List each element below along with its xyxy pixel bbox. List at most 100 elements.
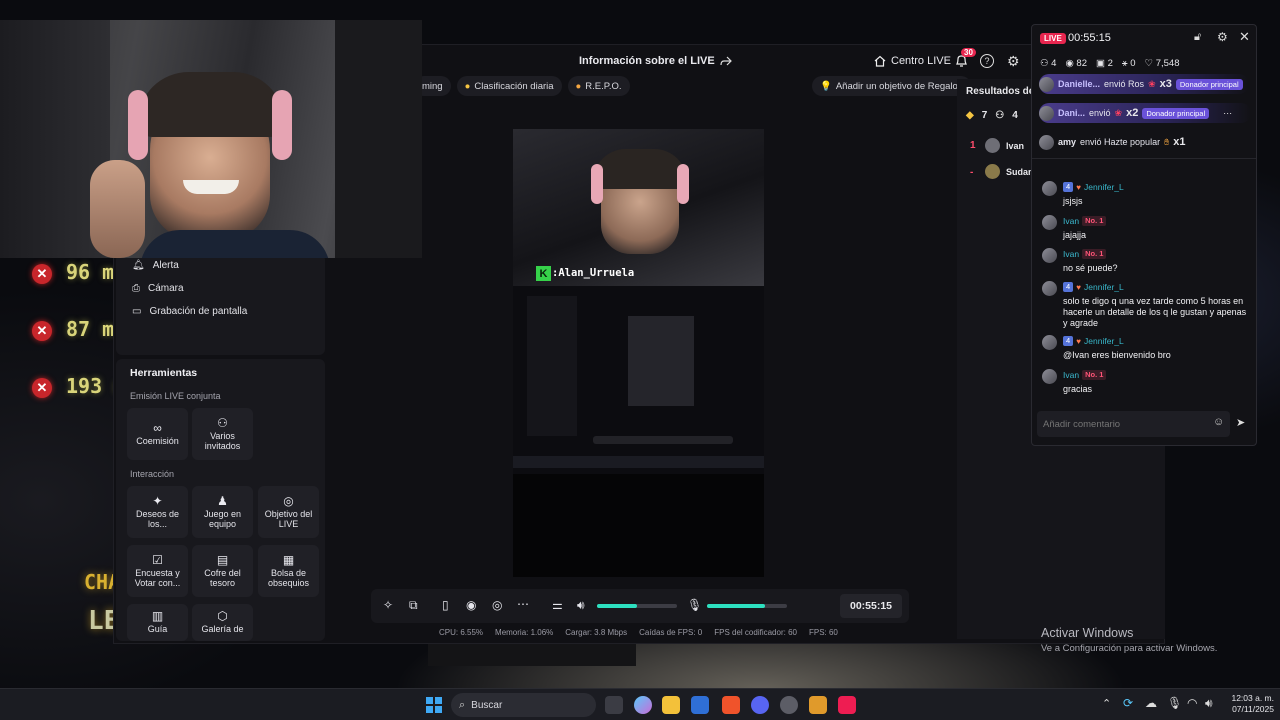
comment-input[interactable] — [1043, 415, 1203, 433]
headphones — [272, 90, 292, 160]
game-icon: ● — [575, 80, 582, 92]
game-app-icon[interactable] — [809, 696, 827, 714]
chest-icon: ▤ — [216, 552, 229, 567]
store-icon[interactable] — [691, 696, 709, 714]
mixer-icon[interactable]: ⚌ — [552, 598, 563, 612]
phone-icon[interactable]: ▯ — [442, 598, 449, 612]
gift-count: x1 — [1173, 136, 1186, 148]
help-icon[interactable]: ? — [980, 54, 994, 68]
centro-live-label: Centro LIVE — [891, 55, 951, 67]
chip-daily-ranking[interactable]: ● Clasificación diaria — [456, 76, 562, 96]
microphone-icon[interactable]: 🎙︎ — [1167, 696, 1182, 710]
notifications-button[interactable]: 30 — [955, 48, 976, 71]
webcam-overlay — [0, 20, 422, 258]
record-icon[interactable]: ◉ — [466, 598, 476, 612]
interaction-title: Interacción — [130, 469, 175, 479]
gift-row[interactable]: Danielle... envió Ros ❀ x3 Donador princ… — [1039, 74, 1249, 94]
gift-row[interactable]: amy envió Hazte popular ✋︎ x1 — [1039, 132, 1185, 152]
chat-message[interactable]: 4 ♥ Jennifer_L solo te digo q una vez ta… — [1042, 281, 1254, 329]
stream-timer: 00:55:15 — [840, 594, 902, 618]
task-view-icon[interactable] — [605, 696, 623, 714]
team-game-button[interactable]: ♟ Juego en equipo — [192, 486, 253, 538]
chat-username[interactable]: Ivan — [1063, 370, 1079, 380]
stream-preview[interactable]: K :Alan_Urruela — [513, 129, 764, 577]
settings-icon[interactable]: ⚙ — [1007, 53, 1020, 70]
chat-message[interactable]: 4 ♥ Jennifer_L jsjsjs — [1042, 181, 1254, 207]
multi-guest-button[interactable]: ⚇ Varios invitados — [192, 408, 253, 460]
chat-username[interactable]: Jennifer_L — [1084, 336, 1124, 346]
brave-browser-icon[interactable] — [722, 696, 740, 714]
gift-bag-button[interactable]: ▦ Bolsa de obsequios — [258, 545, 319, 597]
mic-volume-slider[interactable] — [707, 604, 787, 608]
share-icon: ⚹ — [1121, 58, 1128, 69]
chevron-up-icon[interactable]: ⌃ — [1102, 697, 1111, 710]
windows-start-icon[interactable] — [426, 697, 442, 713]
avatar — [1042, 248, 1057, 263]
gallery-button[interactable]: ⬡ Galería de — [192, 604, 253, 641]
file-explorer-icon[interactable] — [662, 696, 680, 714]
more-icon[interactable]: ⋯ — [517, 597, 529, 611]
chip-repo[interactable]: ● R.E.P.O. — [567, 76, 630, 96]
performance-stats: CPU: 6.55% Memoria: 1.06% Cargar: 3.8 Mb… — [439, 628, 838, 637]
obs-icon[interactable] — [780, 696, 798, 714]
coemission-button[interactable]: ∞ Coemisión — [127, 408, 188, 460]
discord-icon[interactable] — [751, 696, 769, 714]
wifi-icon[interactable]: ◠ — [1187, 696, 1197, 710]
level-badge: 4 — [1063, 182, 1074, 193]
avatar — [1042, 369, 1057, 384]
results-counts: ◆ 7 ⚇ 4 — [966, 110, 1018, 121]
centro-live-button[interactable]: Centro LIVE — [874, 55, 951, 67]
lock-icon[interactable]: 🔓︎ — [1194, 31, 1201, 44]
sync-icon[interactable]: ⟳ — [1123, 696, 1133, 710]
source-screen-recording[interactable]: ▭ Grabación de pantalla — [116, 300, 325, 323]
activate-windows-title: Activar Windows — [1041, 626, 1134, 640]
chat-timer: 00:55:15 — [1068, 32, 1111, 44]
tiktok-live-studio-icon[interactable] — [838, 696, 856, 714]
chat-message[interactable]: Ivan No. 1 jajajja — [1042, 215, 1254, 241]
focus-icon[interactable]: ◎ — [492, 598, 502, 612]
gift-user: amy — [1058, 137, 1077, 147]
clock[interactable]: 12:03 a. m. 07/11/2025 — [1222, 693, 1274, 715]
speaker-volume-slider[interactable] — [597, 604, 677, 608]
speaker-icon[interactable]: 🔊︎ — [577, 598, 585, 613]
source-camera[interactable]: ⎙ Cámara — [116, 277, 325, 300]
layers-icon[interactable]: ⧉ — [409, 598, 418, 613]
headphones — [591, 164, 603, 204]
send-icon[interactable]: ➤ — [1236, 416, 1245, 429]
cloud-icon[interactable]: ☁ — [1145, 696, 1157, 710]
close-icon[interactable]: ✕ — [1239, 29, 1250, 45]
chat-username[interactable]: Jennifer_L — [1084, 282, 1124, 292]
chat-message[interactable]: Ivan No. 1 gracias — [1042, 369, 1254, 395]
chat-message[interactable]: Ivan No. 1 no sé puede? — [1042, 248, 1254, 274]
microphone-icon[interactable]: 🎙︎ — [687, 598, 702, 612]
magic-wand-icon[interactable]: ✧ — [383, 598, 393, 612]
chat-username[interactable]: Ivan — [1063, 249, 1079, 259]
taskbar-search[interactable]: ⌕ Buscar — [451, 693, 596, 717]
stat-likes: ♡ 7,548 — [1144, 58, 1180, 69]
ranking-name[interactable]: Ivan — [1006, 141, 1024, 151]
monitor-stand — [428, 644, 636, 666]
team-icon: ♟ — [217, 493, 228, 508]
copilot-icon[interactable] — [634, 696, 652, 714]
stat-shares: ⚹ 0 — [1121, 58, 1136, 69]
live-goal-button[interactable]: ◎ Objetivo del LIVE — [258, 486, 319, 538]
settings-icon[interactable]: ⚙ — [1217, 30, 1228, 44]
chat-username[interactable]: Ivan — [1063, 216, 1079, 226]
link-icon: ∞ — [153, 420, 162, 435]
treasure-chest-button[interactable]: ▤ Cofre del tesoro — [192, 545, 253, 597]
wishes-button[interactable]: ✦ Deseos de los... — [127, 486, 188, 538]
chat-username[interactable]: Jennifer_L — [1084, 182, 1124, 192]
more-icon[interactable]: ⋯ — [1223, 108, 1232, 119]
live-info-title[interactable]: Información sobre el LIVE — [579, 55, 732, 67]
chat-message[interactable]: 4 ♥ Jennifer_L @Ivan eres bienvenido bro — [1042, 335, 1254, 361]
tools-title: Herramientas — [130, 367, 198, 379]
add-gift-goal-button[interactable]: 💡 Añadir un objetivo de Regalos — [812, 76, 971, 96]
rank-badge: No. 1 — [1082, 370, 1107, 381]
gift-row[interactable]: Dani... envió ❀ x2 Donador principal ⋯ — [1039, 103, 1251, 123]
guide-button[interactable]: ▥ Guía — [127, 604, 188, 641]
volume-icon[interactable]: 🔊︎ — [1205, 696, 1213, 711]
poll-icon: ☑ — [152, 552, 163, 567]
emoji-icon[interactable]: ☺ — [1213, 416, 1224, 428]
poll-button[interactable]: ☑ Encuesta y Votar con... — [127, 545, 188, 597]
tools-card: Herramientas Emisión LIVE conjunta ∞ Coem… — [116, 359, 325, 641]
